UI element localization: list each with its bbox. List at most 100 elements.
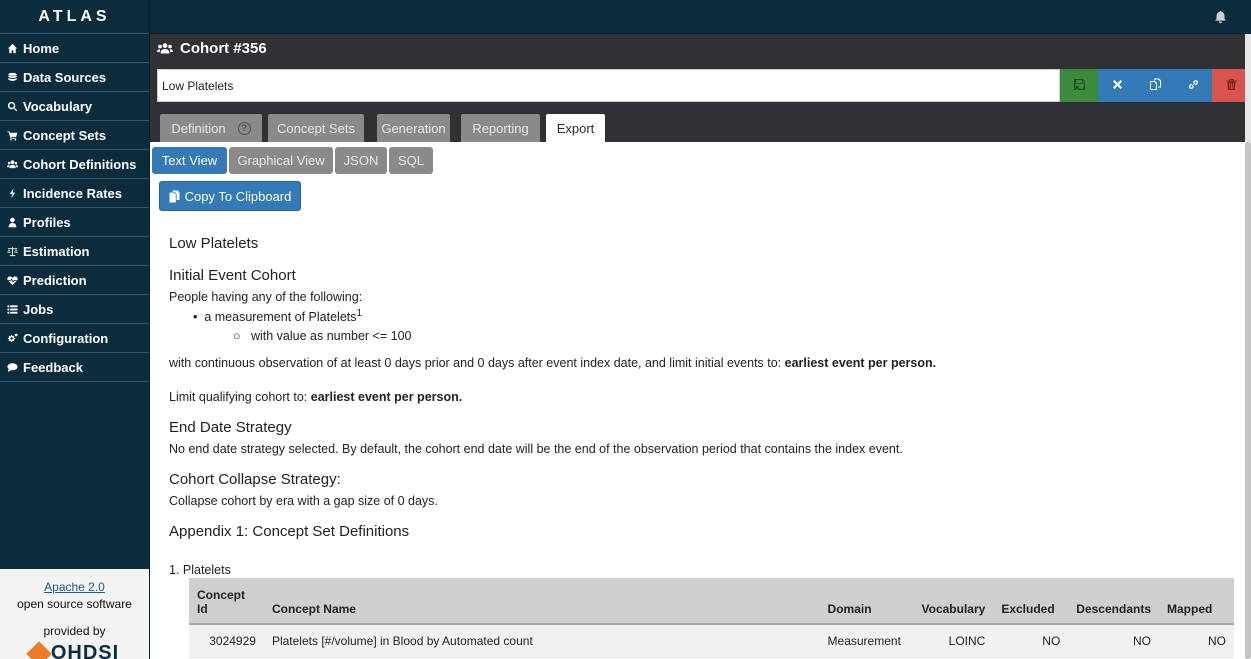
sidebar-item-feedback[interactable]: Feedback bbox=[0, 353, 149, 382]
user-icon bbox=[7, 217, 18, 228]
doc-title: Low Platelets bbox=[169, 235, 259, 252]
appendix-heading: Appendix 1: Concept Set Definitions bbox=[169, 523, 410, 540]
sidebar-item-home[interactable]: Home bbox=[0, 34, 149, 63]
save-button[interactable] bbox=[1060, 69, 1098, 102]
subtab-json[interactable]: JSON bbox=[335, 147, 387, 174]
cell-concept-name: Platelets [#/volume] in Blood by Automat… bbox=[263, 624, 820, 658]
sidebar-item-cohort-definitions[interactable]: Cohort Definitions bbox=[0, 150, 149, 179]
sidebar-item-label: Cohort Definitions bbox=[23, 156, 137, 172]
cell-domain: Measurement bbox=[819, 624, 914, 658]
vertical-scrollbar[interactable] bbox=[1245, 34, 1251, 659]
sub-criteria-item: ○ with value as number <= 100 bbox=[233, 329, 412, 343]
sidebar-item-profiles[interactable]: Profiles bbox=[0, 208, 149, 237]
sidebar-item-configuration[interactable]: Configuration bbox=[0, 324, 149, 353]
sidebar-item-prediction[interactable]: Prediction bbox=[0, 266, 149, 295]
trash-icon bbox=[1225, 78, 1238, 94]
cell-mapped: NO bbox=[1159, 624, 1234, 658]
copy-to-clipboard-label: Copy To Clipboard bbox=[184, 188, 292, 204]
close-icon bbox=[1111, 78, 1124, 94]
col-domain: Domain bbox=[819, 578, 914, 625]
col-concept-id: Concept Id bbox=[189, 578, 264, 625]
tab-label: Definition bbox=[171, 120, 226, 136]
sidebar-item-data-sources[interactable]: Data Sources bbox=[0, 63, 149, 92]
cell-descendants: NO bbox=[1068, 624, 1159, 658]
table-header-row: Concept Id Concept Name Domain Vocabular… bbox=[189, 578, 1234, 625]
col-vocabulary: Vocabulary bbox=[913, 578, 994, 625]
tab-export[interactable]: Export bbox=[546, 114, 605, 142]
ohdsi-logo[interactable]: OHDSI bbox=[0, 640, 149, 659]
clipboard-icon bbox=[169, 190, 180, 203]
subtab-text-view[interactable]: Text View bbox=[152, 147, 227, 174]
oss-text: open source software bbox=[17, 597, 132, 611]
limit-bold: earliest event per person. bbox=[310, 390, 463, 404]
sidebar-item-label: Feedback bbox=[23, 359, 83, 375]
close-button[interactable] bbox=[1098, 69, 1136, 102]
sidebar-item-label: Concept Sets bbox=[23, 127, 107, 143]
sub-criteria-text: with value as number <= 100 bbox=[250, 329, 412, 343]
tab-reporting[interactable]: Reporting bbox=[461, 114, 540, 142]
ohdsi-logo-mark bbox=[26, 640, 52, 659]
people-having-text: People having any of the following: bbox=[169, 290, 363, 304]
users-icon bbox=[7, 159, 18, 170]
sidebar-item-concept-sets[interactable]: Concept Sets bbox=[0, 121, 149, 150]
copy-button[interactable] bbox=[1136, 69, 1174, 102]
subtab-graphical-view[interactable]: Graphical View bbox=[229, 147, 333, 174]
sidebar-item-label: Data Sources bbox=[23, 69, 107, 85]
ohdsi-logo-text: OHDSI bbox=[50, 642, 120, 659]
sidebar-item-incidence-rates[interactable]: Incidence Rates bbox=[0, 179, 149, 208]
cohort-name-input[interactable] bbox=[157, 69, 1060, 102]
footnote-ref: 1 bbox=[356, 308, 363, 319]
cell-vocabulary: LOINC bbox=[913, 624, 994, 658]
save-icon bbox=[1073, 78, 1086, 94]
page-title: Cohort #356 bbox=[157, 40, 267, 57]
subtab-sql[interactable]: SQL bbox=[389, 147, 433, 174]
criteria-bullet: • bbox=[193, 310, 205, 325]
end-date-text: No end date strategy selected. By defaul… bbox=[169, 442, 903, 456]
app-brand[interactable]: ATLAS bbox=[0, 0, 149, 34]
list-icon bbox=[7, 304, 18, 315]
sidebar-item-label: Estimation bbox=[23, 243, 90, 259]
tab-generation[interactable]: Generation bbox=[377, 114, 450, 142]
bell-icon[interactable] bbox=[1214, 10, 1227, 24]
tab-concept-sets[interactable]: Concept Sets bbox=[268, 114, 364, 142]
sub-criteria-bullet: ○ bbox=[233, 329, 251, 343]
provided-by-text: provided by bbox=[43, 624, 106, 638]
sidebar-item-label: Incidence Rates bbox=[23, 185, 122, 201]
heartbeat-icon bbox=[7, 275, 18, 286]
continuous-observation-bold: earliest event per person. bbox=[784, 356, 937, 370]
search-icon bbox=[7, 101, 18, 112]
bolt-icon bbox=[7, 187, 18, 199]
collapse-text: Collapse cohort by era with a gap size o… bbox=[169, 494, 438, 508]
link-icon bbox=[1187, 78, 1200, 94]
scrollbar-thumb[interactable] bbox=[1245, 142, 1251, 659]
balance-scale-icon bbox=[7, 246, 18, 257]
database-icon bbox=[7, 72, 18, 83]
sidebar-item-jobs[interactable]: Jobs bbox=[0, 295, 149, 324]
limit-prefix: Limit qualifying cohort to: bbox=[169, 390, 311, 404]
cell-excluded: NO bbox=[993, 624, 1069, 658]
continuous-observation-prefix: with continuous observation of at least … bbox=[169, 356, 785, 370]
copy-to-clipboard-button[interactable]: Copy To Clipboard bbox=[159, 181, 301, 211]
link-button[interactable] bbox=[1174, 69, 1212, 102]
continuous-observation-text: with continuous observation of at least … bbox=[169, 356, 936, 370]
table-row: 3024929 Platelets [#/volume] in Blood by… bbox=[189, 624, 1234, 658]
cell-concept-id: 3024929 bbox=[189, 624, 264, 658]
concept-set-title: 1. Platelets bbox=[169, 563, 231, 577]
license-link[interactable]: Apache 2.0 bbox=[0, 580, 149, 594]
col-concept-name: Concept Name bbox=[263, 578, 820, 625]
col-descendants: Descendants bbox=[1068, 578, 1159, 625]
home-icon bbox=[7, 43, 18, 54]
sidebar-item-estimation[interactable]: Estimation bbox=[0, 237, 149, 266]
help-icon[interactable]: ? bbox=[237, 121, 251, 135]
sidebar-item-label: Vocabulary bbox=[23, 98, 93, 114]
sidebar-item-vocabulary[interactable]: Vocabulary bbox=[0, 92, 149, 121]
col-excluded: Excluded bbox=[993, 578, 1069, 625]
users-icon bbox=[157, 42, 173, 55]
comment-icon bbox=[7, 362, 18, 373]
tab-definition[interactable]: Definition ? bbox=[160, 114, 262, 142]
criteria-item: • a measurement of Platelets1 bbox=[193, 308, 362, 324]
collapse-heading: Cohort Collapse Strategy: bbox=[169, 471, 341, 488]
end-date-heading: End Date Strategy bbox=[169, 419, 292, 436]
sidebar-item-label: Configuration bbox=[23, 330, 109, 346]
sidebar-item-label: Profiles bbox=[23, 214, 71, 230]
